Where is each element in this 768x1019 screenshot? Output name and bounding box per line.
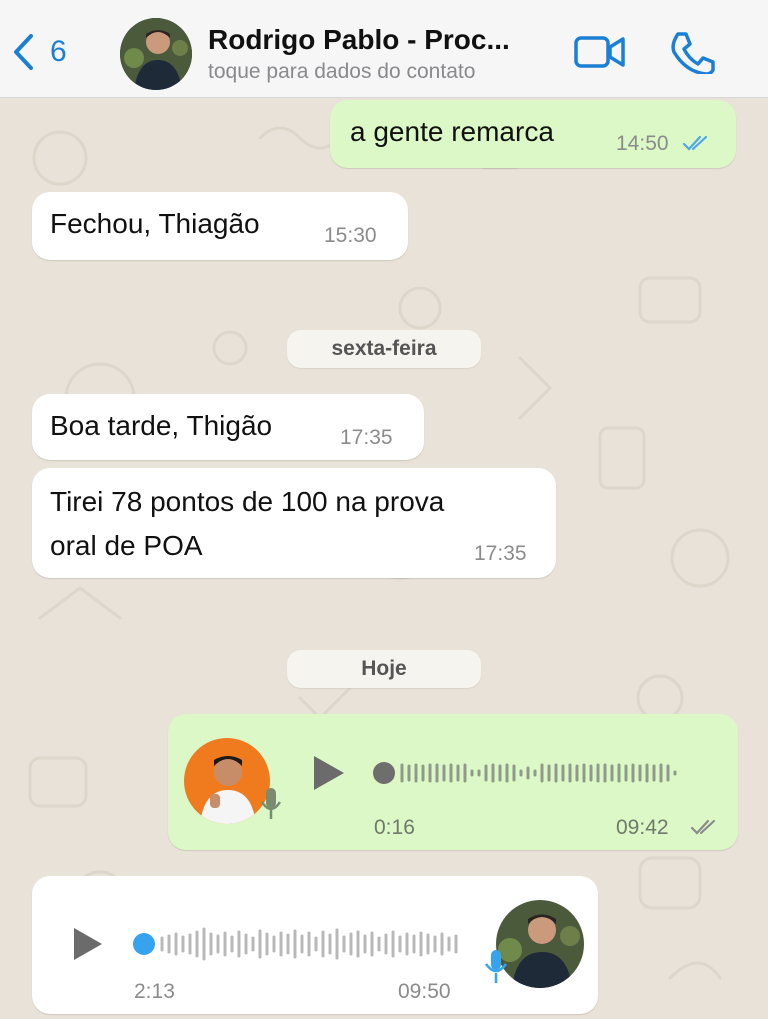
microphone-icon — [260, 788, 282, 819]
audio-waveform[interactable] — [130, 926, 470, 962]
message-time: 14:50 — [616, 132, 669, 155]
message-time: 17:35 — [340, 426, 393, 449]
message-text-line-2: oral de POA — [50, 530, 203, 561]
audio-message-outgoing[interactable]: 0:16 09:42 — [168, 714, 738, 850]
message-time: 17:35 — [474, 542, 527, 565]
read-ticks-icon — [682, 135, 708, 151]
message-bubble-outgoing[interactable]: a gente remarca 14:50 — [330, 100, 736, 168]
video-call-button[interactable] — [574, 32, 626, 72]
audio-message-incoming[interactable]: 2:13 09:50 — [32, 876, 598, 1014]
contact-subtitle[interactable]: toque para dados do contato — [208, 60, 475, 84]
message-text-line-1: Tirei 78 pontos de 100 na prova — [50, 486, 445, 517]
audio-waveform[interactable] — [372, 758, 712, 788]
message-text: a gente remarca — [350, 116, 554, 147]
delivered-ticks-icon — [690, 819, 716, 835]
microphone-icon — [484, 950, 508, 983]
play-icon[interactable] — [312, 754, 346, 792]
message-time: 15:30 — [324, 224, 377, 247]
play-icon[interactable] — [72, 926, 104, 962]
avatar-photo — [184, 738, 270, 824]
sender-avatar — [184, 738, 270, 824]
phone-icon — [671, 32, 715, 76]
chevron-left-icon — [14, 34, 33, 70]
contact-avatar[interactable] — [120, 18, 192, 90]
message-bubble-incoming[interactable]: Fechou, Thiagão 15:30 — [32, 192, 408, 260]
sender-avatar — [496, 900, 584, 988]
video-camera-icon — [574, 36, 625, 68]
back-button[interactable]: 6 — [12, 30, 92, 74]
message-time: 09:42 — [616, 816, 669, 839]
audio-duration: 2:13 — [134, 980, 175, 1003]
message-text: Fechou, Thiagão — [50, 208, 260, 239]
unread-count: 6 — [50, 35, 67, 68]
chat-header: 6 Rodrigo Pablo - Proc... toque para dad… — [0, 0, 768, 98]
message-time: 09:50 — [398, 980, 451, 1003]
voice-call-button[interactable] — [668, 30, 716, 76]
contact-name[interactable]: Rodrigo Pablo - Proc... — [208, 24, 548, 56]
message-text: Boa tarde, Thigão — [50, 410, 273, 441]
message-bubble-incoming[interactable]: Tirei 78 pontos de 100 na prova oral de … — [32, 468, 556, 578]
message-bubble-incoming[interactable]: Boa tarde, Thigão 17:35 — [32, 394, 424, 460]
avatar-photo — [496, 900, 584, 988]
date-separator: sexta-feira — [287, 330, 481, 368]
avatar-photo — [120, 18, 192, 90]
date-separator: Hoje — [287, 650, 481, 688]
audio-duration: 0:16 — [374, 816, 415, 839]
